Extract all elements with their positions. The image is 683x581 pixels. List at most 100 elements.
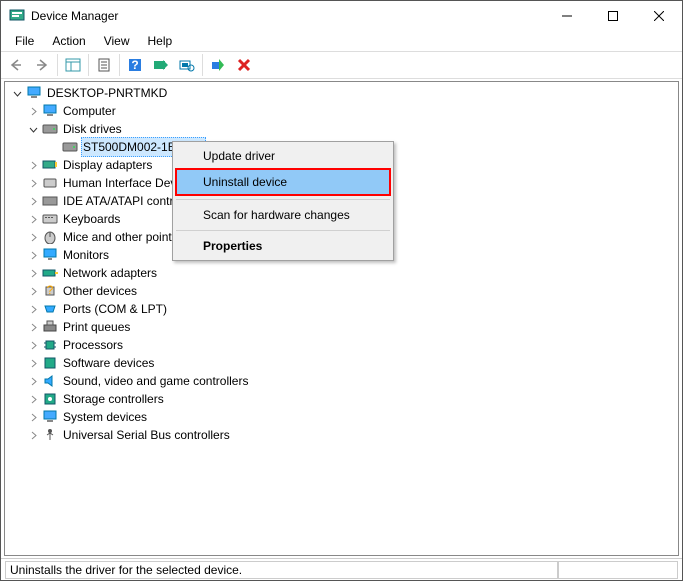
status-cell <box>558 561 678 579</box>
tree-item-processors[interactable]: Processors <box>5 336 678 354</box>
show-hide-console-button[interactable] <box>60 53 86 77</box>
tree-label: Software devices <box>61 354 156 372</box>
chevron-down-icon[interactable] <box>9 89 25 98</box>
titlebar: Device Manager <box>1 1 682 31</box>
tree-label: Ports (COM & LPT) <box>61 300 169 318</box>
ctx-label: Properties <box>203 239 262 253</box>
usb-icon <box>41 427 59 443</box>
tree-label: Keyboards <box>61 210 122 228</box>
update-driver-button[interactable] <box>148 53 174 77</box>
tree-item-network[interactable]: Network adapters <box>5 264 678 282</box>
tree-label: Sound, video and game controllers <box>61 372 250 390</box>
chevron-down-icon[interactable] <box>25 125 41 134</box>
chevron-right-icon[interactable] <box>25 377 41 386</box>
chevron-right-icon[interactable] <box>25 197 41 206</box>
minimize-button[interactable] <box>544 1 590 31</box>
ctx-label: Uninstall device <box>203 175 287 189</box>
chevron-right-icon[interactable] <box>25 413 41 422</box>
keyboard-icon <box>41 211 59 227</box>
tree-label: DESKTOP-PNRTMKD <box>45 84 169 102</box>
chevron-right-icon[interactable] <box>25 305 41 314</box>
forward-button[interactable] <box>29 53 55 77</box>
close-button[interactable] <box>636 1 682 31</box>
tree-item-usb[interactable]: Universal Serial Bus controllers <box>5 426 678 444</box>
chevron-right-icon[interactable] <box>25 107 41 116</box>
hid-icon <box>41 175 59 191</box>
chevron-right-icon[interactable] <box>25 395 41 404</box>
tree-item-storage[interactable]: Storage controllers <box>5 390 678 408</box>
ctx-label: Update driver <box>203 149 275 163</box>
tree-item-softdev[interactable]: Software devices <box>5 354 678 372</box>
toolbar: ? <box>1 51 682 79</box>
maximize-button[interactable] <box>590 1 636 31</box>
display-adapter-icon <box>41 157 59 173</box>
software-device-icon <box>41 355 59 371</box>
tree-label: Other devices <box>61 282 139 300</box>
tree-label: Print queues <box>61 318 132 336</box>
properties-button[interactable] <box>91 53 117 77</box>
ctx-label: Scan for hardware changes <box>203 208 350 222</box>
chevron-right-icon[interactable] <box>25 269 41 278</box>
system-device-icon <box>41 409 59 425</box>
tree-label: Monitors <box>61 246 111 264</box>
svg-text:?: ? <box>131 58 138 72</box>
device-tree: DESKTOP-PNRTMKD Computer Disk drives ST5… <box>4 81 679 556</box>
tree-item-printq[interactable]: Print queues <box>5 318 678 336</box>
tree-label: Computer <box>61 102 118 120</box>
chevron-right-icon[interactable] <box>25 341 41 350</box>
chevron-right-icon[interactable] <box>25 359 41 368</box>
chevron-right-icon[interactable] <box>25 161 41 170</box>
tree-label: Network adapters <box>61 264 159 282</box>
statusbar: Uninstalls the driver for the selected d… <box>1 558 682 580</box>
uninstall-device-button[interactable] <box>231 53 257 77</box>
enable-device-button[interactable] <box>205 53 231 77</box>
ctx-uninstall-device[interactable]: Uninstall device <box>175 168 391 196</box>
tree-label: Storage controllers <box>61 390 166 408</box>
ctx-properties[interactable]: Properties <box>175 234 391 258</box>
chevron-right-icon[interactable] <box>25 323 41 332</box>
menu-action[interactable]: Action <box>44 32 93 50</box>
menu-help[interactable]: Help <box>140 32 181 50</box>
separator <box>176 199 390 200</box>
tree-label: Disk drives <box>61 120 124 138</box>
chevron-right-icon[interactable] <box>25 251 41 260</box>
ctx-scan-hardware[interactable]: Scan for hardware changes <box>175 203 391 227</box>
monitor-icon <box>41 247 59 263</box>
computer-icon <box>25 85 43 101</box>
ctx-update-driver[interactable]: Update driver <box>175 144 391 168</box>
tree-item-sound[interactable]: Sound, video and game controllers <box>5 372 678 390</box>
menu-view[interactable]: View <box>96 32 138 50</box>
storage-icon <box>41 391 59 407</box>
processor-icon <box>41 337 59 353</box>
tree-item-computer[interactable]: Computer <box>5 102 678 120</box>
status-text: Uninstalls the driver for the selected d… <box>5 561 558 579</box>
chevron-right-icon[interactable] <box>25 287 41 296</box>
other-devices-icon: ? <box>41 283 59 299</box>
back-button[interactable] <box>3 53 29 77</box>
disk-drive-icon <box>41 121 59 137</box>
tree-item-other[interactable]: ? Other devices <box>5 282 678 300</box>
chevron-right-icon[interactable] <box>25 215 41 224</box>
window-title: Device Manager <box>31 9 544 23</box>
network-icon <box>41 265 59 281</box>
chevron-right-icon[interactable] <box>25 431 41 440</box>
ide-icon <box>41 193 59 209</box>
tree-item-ports[interactable]: Ports (COM & LPT) <box>5 300 678 318</box>
tree-item-system[interactable]: System devices <box>5 408 678 426</box>
disk-drive-icon <box>61 139 79 155</box>
help-button[interactable]: ? <box>122 53 148 77</box>
tree-label: System devices <box>61 408 149 426</box>
chevron-right-icon[interactable] <box>25 179 41 188</box>
tree-item-disk-drives[interactable]: Disk drives <box>5 120 678 138</box>
app-icon <box>9 8 25 24</box>
sound-icon <box>41 373 59 389</box>
menu-file[interactable]: File <box>7 32 42 50</box>
chevron-right-icon[interactable] <box>25 233 41 242</box>
tree-root[interactable]: DESKTOP-PNRTMKD <box>5 84 678 102</box>
tree-label: Display adapters <box>61 156 154 174</box>
separator <box>176 230 390 231</box>
scan-hardware-button[interactable] <box>174 53 200 77</box>
tree-label: Processors <box>61 336 125 354</box>
context-menu: Update driver Uninstall device Scan for … <box>172 141 394 261</box>
tree-label: Universal Serial Bus controllers <box>61 426 232 444</box>
